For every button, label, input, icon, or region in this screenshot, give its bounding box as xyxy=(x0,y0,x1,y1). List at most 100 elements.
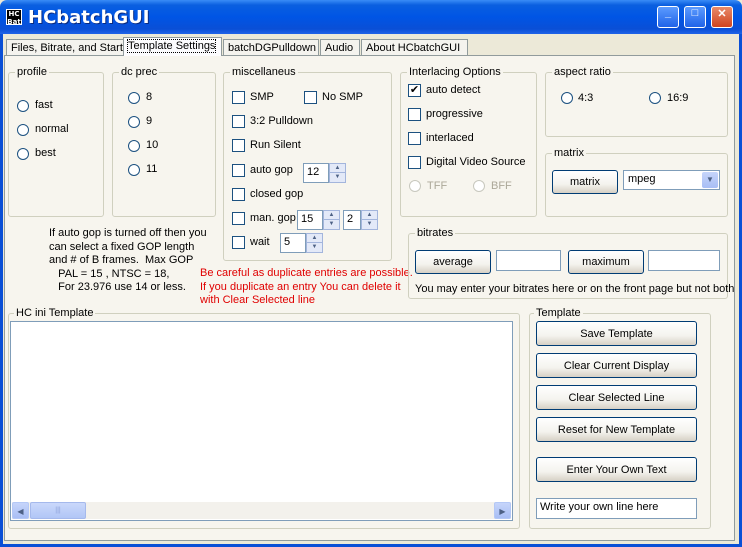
radio-label[interactable]: best xyxy=(35,147,56,159)
checkbox-label[interactable]: wait xyxy=(250,236,270,248)
tab-audio[interactable]: Audio xyxy=(320,39,360,56)
spin-down-icon[interactable]: ▼ xyxy=(324,220,339,229)
checkbox-label[interactable]: 3:2 Pulldown xyxy=(250,115,313,127)
spin-down-icon[interactable]: ▼ xyxy=(330,173,345,182)
check-icon: ✔ xyxy=(409,84,420,96)
wait-checkbox[interactable] xyxy=(232,236,245,249)
radio-label[interactable]: 10 xyxy=(146,139,158,151)
checkbox-label[interactable]: man. gop xyxy=(250,212,296,224)
profile-normal-radio[interactable] xyxy=(17,124,29,136)
no-smp-checkbox[interactable] xyxy=(304,91,317,104)
man-gop-checkbox[interactable] xyxy=(232,212,245,225)
smp-checkbox[interactable] xyxy=(232,91,245,104)
radio-label[interactable]: BFF xyxy=(491,180,512,192)
auto-detect-checkbox[interactable]: ✔ xyxy=(408,84,421,97)
progressive-checkbox[interactable] xyxy=(408,108,421,121)
auto-gop-spinner[interactable]: ▲ ▼ xyxy=(329,163,346,183)
reset-template-button[interactable]: Reset for New Template xyxy=(536,417,697,442)
radio-label[interactable]: 16:9 xyxy=(667,92,688,104)
radio-label[interactable]: 9 xyxy=(146,115,152,127)
minimize-button[interactable]: _ xyxy=(657,6,679,28)
radio-label[interactable]: 8 xyxy=(146,91,152,103)
checkbox-label[interactable]: auto gop xyxy=(250,164,293,176)
radio-label[interactable]: 11 xyxy=(146,163,157,175)
maximum-bitrate-input[interactable] xyxy=(648,250,720,271)
dc-prec-10-radio[interactable] xyxy=(128,140,140,152)
duplicate-warning: Be careful as duplicate entries are poss… xyxy=(200,267,413,306)
group-label: profile xyxy=(15,66,49,78)
spin-up-icon[interactable]: ▲ xyxy=(362,211,377,220)
window-title: HCbatchGUI xyxy=(28,7,150,28)
checkbox-label[interactable]: interlaced xyxy=(426,132,474,144)
minimize-icon: _ xyxy=(664,7,672,19)
tab-template-settings[interactable]: Template Settings xyxy=(123,37,222,56)
chevron-down-icon[interactable]: ▼ xyxy=(702,172,718,188)
spin-up-icon[interactable]: ▲ xyxy=(330,164,345,173)
checkbox-label[interactable]: No SMP xyxy=(322,91,363,103)
maximum-button[interactable]: maximum xyxy=(568,250,644,274)
man-gop-bframes-spinner[interactable]: ▲ ▼ xyxy=(361,210,378,230)
checkbox-label[interactable]: Run Silent xyxy=(250,139,301,151)
wait-input[interactable]: 5 xyxy=(280,233,306,253)
radio-label[interactable]: fast xyxy=(35,99,53,111)
auto-gop-input[interactable]: 12 xyxy=(303,163,329,183)
save-template-button[interactable]: Save Template xyxy=(536,321,697,346)
aspect-16-9-radio[interactable] xyxy=(649,92,661,104)
aspect-group: aspect ratio xyxy=(545,66,728,137)
man-gop-length-input[interactable]: 15 xyxy=(297,210,323,230)
checkbox-label[interactable]: Digital Video Source xyxy=(426,156,525,168)
run-silent-checkbox[interactable] xyxy=(232,139,245,152)
tab-label: Template Settings xyxy=(126,39,217,53)
spin-down-icon[interactable]: ▼ xyxy=(307,243,322,252)
ini-template-textarea[interactable]: ◀ ||| ▶ xyxy=(10,321,513,521)
own-line-input[interactable]: Write your own line here xyxy=(536,498,697,519)
gop-note: If auto gop is turned off then you can s… xyxy=(49,227,207,293)
spin-up-icon[interactable]: ▲ xyxy=(307,234,322,243)
man-gop-length-spinner[interactable]: ▲ ▼ xyxy=(323,210,340,230)
spin-down-icon[interactable]: ▼ xyxy=(362,220,377,229)
matrix-button[interactable]: matrix xyxy=(552,170,618,194)
closed-gop-checkbox[interactable] xyxy=(232,188,245,201)
tff-radio[interactable] xyxy=(409,180,421,192)
aspect-4-3-radio[interactable] xyxy=(561,92,573,104)
tab-batchdgpulldown[interactable]: batchDGPulldown xyxy=(223,39,319,56)
pulldown-checkbox[interactable] xyxy=(232,115,245,128)
close-button[interactable]: ✕ xyxy=(711,6,733,28)
group-label: Interlacing Options xyxy=(407,66,503,78)
scroll-right-icon[interactable]: ▶ xyxy=(494,502,511,519)
enter-text-button[interactable]: Enter Your Own Text xyxy=(536,457,697,482)
tab-label: batchDGPulldown xyxy=(228,42,317,54)
spin-up-icon[interactable]: ▲ xyxy=(324,211,339,220)
maximize-button[interactable]: □ xyxy=(684,6,706,28)
scroll-thumb[interactable]: ||| xyxy=(30,502,86,519)
average-button[interactable]: average xyxy=(415,250,491,274)
dc-prec-9-radio[interactable] xyxy=(128,116,140,128)
wait-spinner[interactable]: ▲ ▼ xyxy=(306,233,323,253)
clear-display-button[interactable]: Clear Current Display xyxy=(536,353,697,378)
profile-fast-radio[interactable] xyxy=(17,100,29,112)
dc-prec-11-radio[interactable] xyxy=(128,164,140,176)
profile-best-radio[interactable] xyxy=(17,148,29,160)
checkbox-label[interactable]: SMP xyxy=(250,91,274,103)
clear-line-button[interactable]: Clear Selected Line xyxy=(536,385,697,410)
checkbox-label[interactable]: progressive xyxy=(426,108,483,120)
dc-prec-8-radio[interactable] xyxy=(128,92,140,104)
group-label: Template xyxy=(534,307,583,319)
interlaced-checkbox[interactable] xyxy=(408,132,421,145)
checkbox-label[interactable]: auto detect xyxy=(426,84,480,96)
radio-label[interactable]: normal xyxy=(35,123,69,135)
radio-label[interactable]: 4:3 xyxy=(578,92,593,104)
auto-gop-checkbox[interactable] xyxy=(232,164,245,177)
man-gop-bframes-input[interactable]: 2 xyxy=(343,210,361,230)
radio-label[interactable]: TFF xyxy=(427,180,447,192)
horizontal-scrollbar[interactable]: ◀ ||| ▶ xyxy=(12,502,511,519)
matrix-select[interactable]: mpeg ▼ xyxy=(623,170,720,190)
checkbox-label[interactable]: closed gop xyxy=(250,188,303,200)
average-bitrate-input[interactable] xyxy=(496,250,561,271)
tab-files-bitrate[interactable]: Files, Bitrate, and Start xyxy=(6,39,124,56)
group-label: aspect ratio xyxy=(552,66,613,78)
scroll-left-icon[interactable]: ◀ xyxy=(12,502,29,519)
bff-radio[interactable] xyxy=(473,180,485,192)
dvs-checkbox[interactable] xyxy=(408,156,421,169)
tab-about[interactable]: About HCbatchGUI xyxy=(361,39,468,56)
